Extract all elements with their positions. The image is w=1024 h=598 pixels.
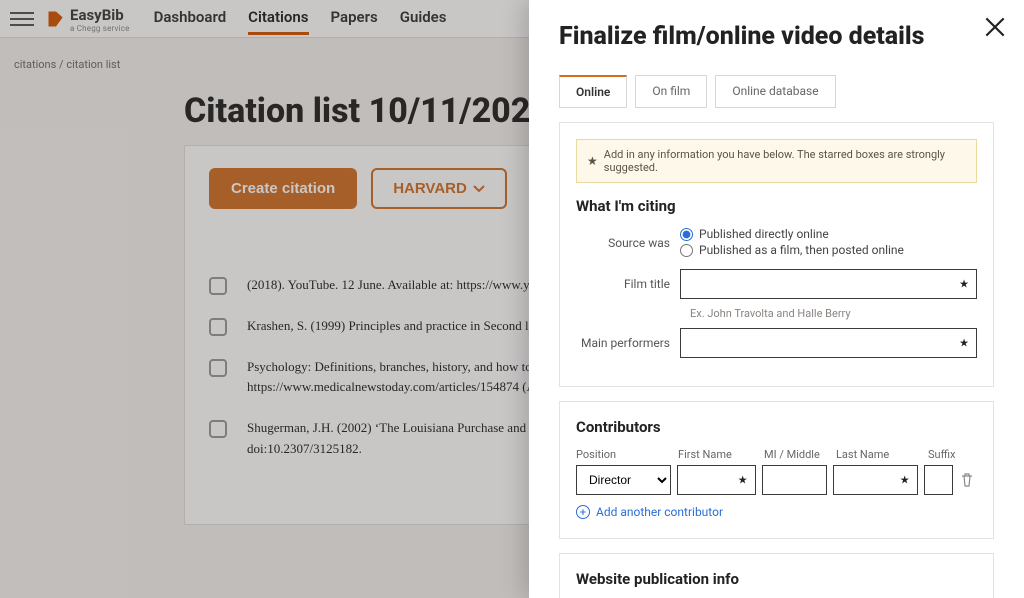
section-what-citing: ★ Add in any information you have below.…	[559, 122, 994, 387]
tab-online[interactable]: Online	[559, 75, 627, 108]
section-heading: Website publication info	[576, 570, 977, 588]
star-icon: ★	[587, 154, 598, 168]
last-name-input[interactable]	[833, 465, 918, 495]
detail-panel: Finalize film/online video details Onlin…	[529, 0, 1024, 598]
col-suffix: Suffix	[928, 448, 958, 461]
position-select[interactable]: Director	[576, 465, 671, 495]
panel-title: Finalize film/online video details	[559, 22, 994, 51]
film-title-input[interactable]	[680, 269, 977, 299]
close-icon[interactable]	[982, 14, 1008, 40]
performers-hint: Ex. John Travolta and Halle Berry	[690, 307, 977, 320]
film-title-label: Film title	[576, 277, 680, 291]
source-was-label: Source was	[576, 236, 680, 250]
source-tabs: Online On film Online database	[559, 75, 994, 108]
add-contributor-label: Add another contributor	[596, 505, 723, 519]
col-middle: MI / Middle	[764, 448, 830, 461]
radio-published-online[interactable]	[680, 228, 693, 241]
hint-box: ★ Add in any information you have below.…	[576, 139, 977, 183]
main-performers-label: Main performers	[576, 336, 680, 350]
section-heading: Contributors	[576, 418, 977, 436]
plus-icon: +	[576, 505, 590, 519]
section-website-pub: Website publication info Site / Film tit…	[559, 553, 994, 598]
col-last-name: Last Name	[836, 448, 922, 461]
suffix-input[interactable]	[924, 465, 954, 495]
main-performers-input[interactable]	[680, 328, 977, 358]
col-position: Position	[576, 448, 672, 461]
contributor-row: Director	[576, 465, 977, 495]
hint-text: Add in any information you have below. T…	[604, 148, 966, 174]
panel-scroll[interactable]: Online On film Online database ★ Add in …	[529, 75, 1024, 598]
section-heading: What I'm citing	[576, 197, 977, 215]
add-contributor-link[interactable]: + Add another contributor	[576, 505, 723, 519]
col-first-name: First Name	[678, 448, 758, 461]
radio-label: Published as a film, then posted online	[699, 243, 904, 257]
radio-film-then-online[interactable]	[680, 244, 693, 257]
section-contributors: Contributors Position First Name MI / Mi…	[559, 401, 994, 539]
middle-input[interactable]	[762, 465, 827, 495]
tab-on-film[interactable]: On film	[635, 75, 707, 108]
radio-label: Published directly online	[699, 227, 829, 241]
first-name-input[interactable]	[677, 465, 756, 495]
trash-icon[interactable]	[959, 472, 977, 488]
tab-online-database[interactable]: Online database	[715, 75, 835, 108]
